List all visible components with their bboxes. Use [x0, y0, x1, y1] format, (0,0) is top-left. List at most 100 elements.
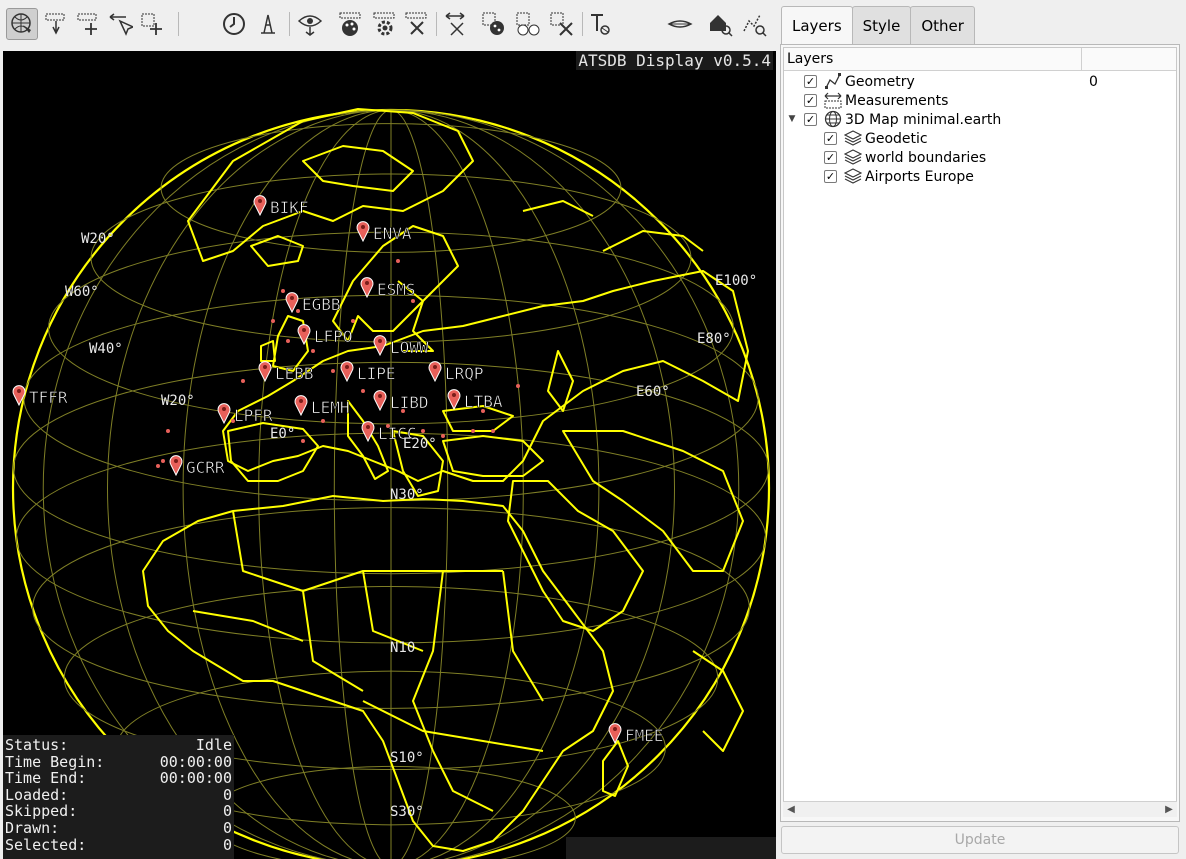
- update-button[interactable]: Update: [781, 826, 1179, 854]
- airport-label: LEMH: [311, 398, 350, 417]
- airport-label: LOWW: [390, 338, 429, 357]
- layer-label: 3D Map minimal.earth: [845, 111, 1002, 128]
- airport-label: LIPE: [357, 364, 396, 383]
- column-header-layers[interactable]: Layers: [784, 48, 1082, 70]
- style-palette-icon[interactable]: [334, 8, 366, 40]
- world-boundaries-checkbox[interactable]: ✓: [824, 151, 837, 164]
- add-point-icon[interactable]: [136, 8, 168, 40]
- column-header-value[interactable]: [1082, 48, 1176, 70]
- status-row: Skipped: 0: [5, 802, 232, 821]
- map-pin-dot: [378, 394, 382, 398]
- grid-label: S10°: [390, 750, 424, 766]
- layer-row-geodetic[interactable]: ✓ Geodetic: [784, 129, 1176, 148]
- layer-label: Measurements: [845, 92, 949, 109]
- text-tool-icon[interactable]: [584, 8, 616, 40]
- status-row: Loaded: 0: [5, 785, 232, 804]
- grid-label: S30°: [390, 804, 424, 820]
- grid-label: N30°: [390, 487, 424, 503]
- view-export-icon[interactable]: [294, 8, 326, 40]
- airport-label: ESMS: [377, 280, 416, 299]
- map-pin-dot: [433, 365, 437, 369]
- layers-tree: Layers ✓ Geometry 0 ✓ Measurements ▼ ✓ 3…: [783, 47, 1177, 817]
- airport-dot: [351, 319, 355, 323]
- grid-label: E0°: [270, 426, 295, 442]
- status-row: Selected: 0: [5, 835, 232, 854]
- airport-dot: [156, 464, 160, 468]
- airport-label: GCRR: [186, 458, 225, 477]
- map-pin-dot: [174, 459, 178, 463]
- track-search-icon[interactable]: [738, 8, 770, 40]
- layers-panel: Layers ✓ Geometry 0 ✓ Measurements ▼ ✓ 3…: [780, 44, 1180, 822]
- airport-label: LIBD: [390, 393, 429, 412]
- time-clock-icon[interactable]: [218, 8, 250, 40]
- geodetic-checkbox[interactable]: ✓: [824, 132, 837, 145]
- airport-label: LPFR: [234, 406, 273, 425]
- color-remove-icon[interactable]: [546, 8, 578, 40]
- map-pin-dot: [452, 393, 456, 397]
- tab-other[interactable]: Other: [910, 6, 975, 44]
- layer-row-measurements[interactable]: ✓ Measurements: [784, 91, 1176, 110]
- airport-dot: [331, 369, 335, 373]
- map-pin-dot: [263, 365, 267, 369]
- airport-dot: [286, 339, 290, 343]
- clear-icon[interactable]: [400, 8, 432, 40]
- scroll-right-icon[interactable]: ▶: [1161, 802, 1177, 817]
- layers-icon: [844, 149, 862, 165]
- airport-label: LEBB: [275, 364, 314, 383]
- grid-label: W60°: [65, 284, 99, 300]
- add-selection-icon[interactable]: [72, 8, 104, 40]
- airport-dot: [411, 299, 415, 303]
- select-arrow-icon[interactable]: [104, 8, 136, 40]
- layer-label: Airports Europe: [865, 168, 974, 185]
- map-view[interactable]: BIKF ENVA ESMS EGBB LFPO LOWW LEBB LIPE LRQP TFFR…: [3, 51, 776, 859]
- layer-value: 0: [1089, 73, 1098, 90]
- measurements-checkbox[interactable]: ✓: [804, 94, 817, 107]
- color-select-icon[interactable]: [478, 8, 510, 40]
- home-view-icon[interactable]: [704, 8, 736, 40]
- layers-icon: [844, 168, 862, 184]
- airport-marker[interactable]: TFFR: [12, 385, 68, 407]
- color-add-icon[interactable]: [512, 8, 544, 40]
- reset-icon[interactable]: [440, 8, 472, 40]
- map-pin-dot: [613, 727, 617, 731]
- tab-style[interactable]: Style: [851, 6, 912, 44]
- layer-row-3d-map[interactable]: ▼ ✓ 3D Map minimal.earth: [784, 110, 1176, 129]
- status-row: Status: Idle: [5, 736, 232, 754]
- map-toolbar: [0, 0, 778, 50]
- navigate-hand-icon[interactable]: [6, 8, 38, 40]
- settings-gear-icon[interactable]: [368, 8, 400, 40]
- map-pin-dot: [302, 328, 306, 332]
- collapse-arrow-icon[interactable]: ▼: [787, 114, 797, 124]
- horizontal-scrollbar[interactable]: ◀ ▶: [783, 801, 1177, 817]
- geometry-checkbox[interactable]: ✓: [804, 75, 817, 88]
- horizon-icon[interactable]: [664, 8, 696, 40]
- airport-dot: [361, 389, 365, 393]
- airport-label: FMEE: [625, 726, 664, 745]
- airport-dot: [516, 384, 520, 388]
- status-row: Time Begin: 00:00:00: [5, 752, 232, 771]
- scroll-left-icon[interactable]: ◀: [783, 802, 799, 817]
- display-title: ATSDB Display v0.5.4: [576, 51, 773, 70]
- map-pin-dot: [366, 425, 370, 429]
- airport-dot: [396, 259, 400, 263]
- layer-row-airports-europe[interactable]: ✓ Airports Europe: [784, 167, 1176, 186]
- globe-icon: [824, 110, 842, 128]
- 3d-map-checkbox[interactable]: ✓: [804, 113, 817, 126]
- tab-layers[interactable]: Layers: [781, 6, 853, 45]
- status-row: Drawn: 0: [5, 818, 232, 837]
- geometry-icon: [825, 73, 841, 89]
- map-pin-dot: [299, 399, 303, 403]
- status-panel: Status: Idle Time Begin: 00:00:00 Time End…: [3, 735, 234, 859]
- airports-europe-checkbox[interactable]: ✓: [824, 170, 837, 183]
- map-pin-dot: [222, 407, 226, 411]
- map-pin-dot: [345, 365, 349, 369]
- airport-label: LTBA: [464, 392, 503, 411]
- airport-label: LRQP: [445, 364, 484, 383]
- status-row: Time End: 00:00:00: [5, 769, 232, 788]
- layer-row-geometry[interactable]: ✓ Geometry 0: [784, 72, 1176, 91]
- distance-icon[interactable]: [252, 8, 284, 40]
- tree-header: Layers: [784, 48, 1176, 71]
- layer-row-world-boundaries[interactable]: ✓ world boundaries: [784, 148, 1176, 167]
- select-point-icon[interactable]: [40, 8, 72, 40]
- grid-label: E60°: [636, 384, 670, 400]
